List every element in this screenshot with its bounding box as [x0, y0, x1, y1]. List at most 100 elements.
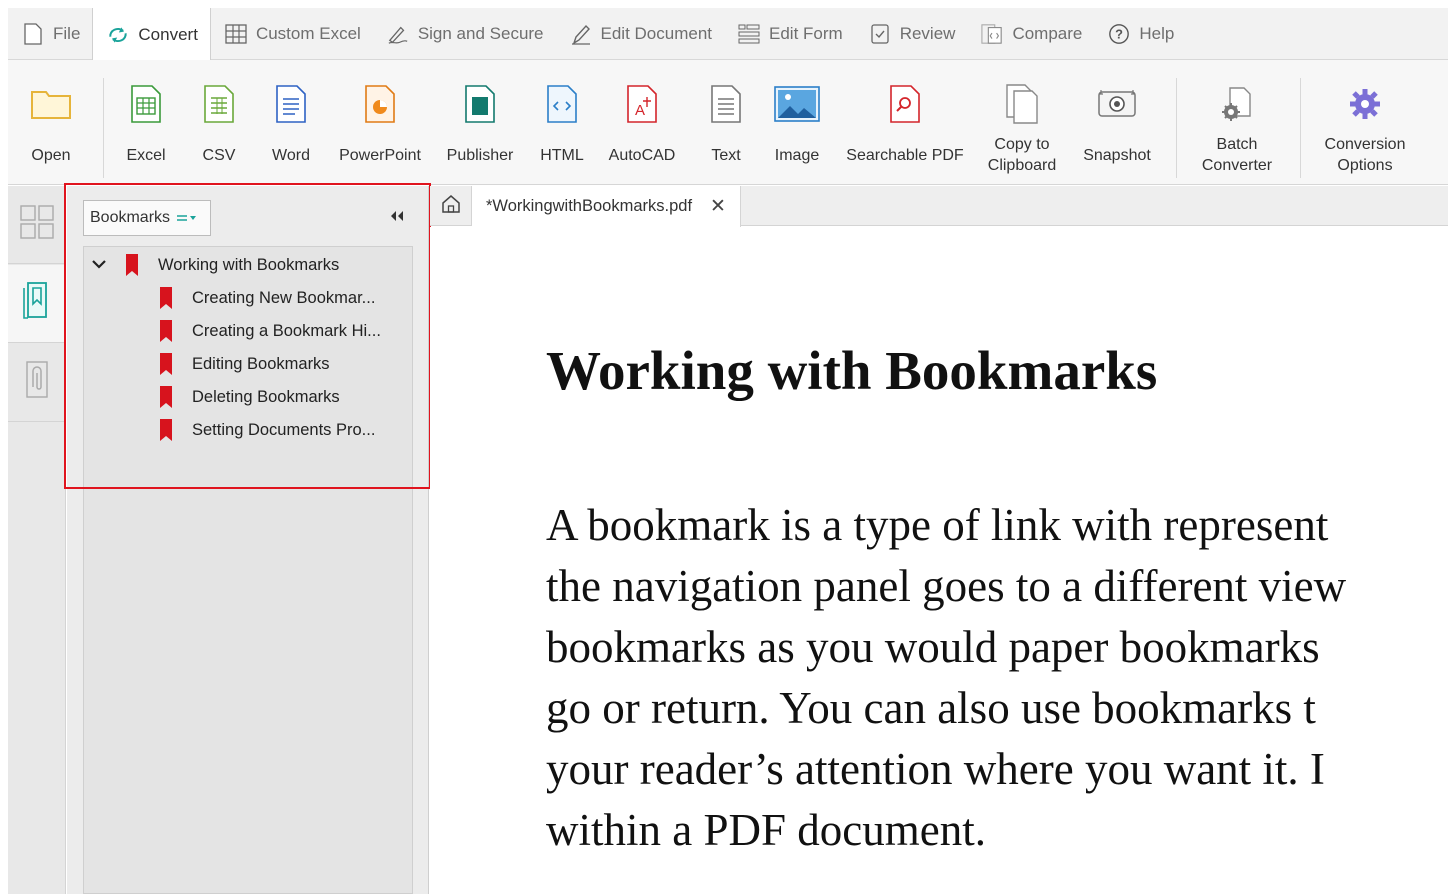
- bookmark-item-root[interactable]: Working with Bookmarks: [125, 250, 339, 280]
- collapse-panel-button[interactable]: [389, 210, 405, 226]
- ribbon-separator: [1300, 78, 1301, 178]
- conversion-options-button[interactable]: Conversion Options: [1314, 60, 1416, 185]
- powerpoint-icon: [356, 80, 404, 128]
- html-button[interactable]: HTML: [534, 60, 590, 185]
- powerpoint-button[interactable]: PowerPoint: [334, 60, 426, 185]
- batch-label-line2: Converter: [1201, 157, 1273, 174]
- document-tab-title: *WorkingwithBookmarks.pdf: [486, 197, 693, 215]
- ribbon-separator: [1176, 78, 1177, 178]
- tab-label: Help: [1139, 23, 1175, 43]
- search-pdf-icon: [881, 80, 929, 128]
- batch-gear-icon: [1213, 80, 1261, 128]
- tab-label: Edit Form: [769, 23, 843, 43]
- camera-icon: [1093, 80, 1141, 128]
- form-icon: [738, 23, 760, 45]
- excel-icon: [122, 80, 170, 128]
- paragraph-line: go or return. You can also use bookmarks…: [546, 683, 1316, 733]
- image-label: Image: [774, 147, 820, 164]
- tab-custom-excel[interactable]: Custom Excel: [211, 8, 373, 59]
- bookmark-flag-icon: [160, 353, 172, 375]
- home-tab[interactable]: [430, 186, 472, 226]
- document-heading: Working with Bookmarks: [546, 340, 1158, 401]
- paragraph-line: bookmarks as you would paper bookmarks: [546, 622, 1320, 672]
- paragraph-line: within a PDF document.: [546, 805, 986, 855]
- bookmark-label: Setting Documents Pro...: [192, 420, 376, 439]
- paragraph-line: A bookmark is a type of link with repres…: [546, 500, 1329, 550]
- image-button[interactable]: Image: [768, 60, 826, 185]
- powerpoint-label: PowerPoint: [339, 147, 421, 164]
- bookmark-item[interactable]: Creating a Bookmark Hi...: [159, 316, 381, 346]
- copy-label-line1: Copy to: [994, 136, 1050, 153]
- document-tab[interactable]: *WorkingwithBookmarks.pdf ✕: [472, 186, 741, 227]
- tab-sign-and-secure[interactable]: Sign and Secure: [373, 8, 556, 59]
- chevron-down-icon[interactable]: [91, 256, 107, 272]
- home-icon: [441, 194, 461, 219]
- text-icon: [702, 80, 750, 128]
- text-button[interactable]: Text: [700, 60, 752, 185]
- bookmark-label: Creating a Bookmark Hi...: [192, 321, 381, 340]
- csv-label: CSV: [202, 147, 236, 164]
- bookmark-label: Working with Bookmarks: [158, 255, 340, 274]
- copy-to-clipboard-button[interactable]: Copy to Clipboard: [984, 60, 1060, 185]
- double-chevron-left-icon: [390, 209, 404, 227]
- svg-text:A: A: [635, 102, 645, 119]
- word-icon: [267, 80, 315, 128]
- thumbnails-icon: [20, 205, 54, 244]
- bookmark-flag-icon: [160, 287, 172, 309]
- ribbon-toolbar: Open Excel CSV Word PowerPoint Publisher: [8, 60, 1448, 185]
- bookmarks-panel: Bookmarks Working with Bookmarks Creatin…: [67, 186, 429, 894]
- help-icon: ?: [1108, 23, 1130, 45]
- tab-review[interactable]: Review: [855, 8, 968, 59]
- bookmark-label: Editing Bookmarks: [192, 354, 330, 373]
- snapshot-button[interactable]: Snapshot: [1076, 60, 1158, 185]
- paragraph-line: the navigation panel goes to a different…: [546, 561, 1347, 611]
- bookmark-item[interactable]: Creating New Bookmar...: [159, 283, 375, 313]
- document-view: Working with Bookmarks A bookmark is a t…: [430, 227, 1448, 894]
- bookmark-item[interactable]: Setting Documents Pro...: [159, 415, 375, 445]
- menu-bar: File Convert Custom Excel Sign and Secur…: [8, 8, 1448, 61]
- grid-icon: [225, 23, 247, 45]
- attachments-panel-button[interactable]: [8, 344, 66, 422]
- bookmark-flag-icon: [160, 386, 172, 408]
- bookmark-flag-icon: [160, 320, 172, 342]
- searchable-pdf-button[interactable]: Searchable PDF: [842, 60, 968, 185]
- csv-button[interactable]: CSV: [194, 60, 244, 185]
- tab-edit-document[interactable]: Edit Document: [556, 8, 725, 59]
- autocad-label: AutoCAD: [608, 147, 676, 164]
- excel-button[interactable]: Excel: [118, 60, 174, 185]
- publisher-icon: [456, 80, 504, 128]
- tab-help[interactable]: ? Help: [1094, 8, 1186, 59]
- bookmark-item[interactable]: Editing Bookmarks: [159, 349, 330, 379]
- autocad-button[interactable]: A AutoCAD: [604, 60, 680, 185]
- paragraph-line: your reader’s attention where you want i…: [546, 744, 1325, 794]
- open-button[interactable]: Open: [20, 60, 82, 185]
- pen-icon: [387, 23, 409, 45]
- tab-label: File: [53, 23, 81, 43]
- close-icon[interactable]: ✕: [710, 195, 726, 218]
- navigation-rail: [8, 186, 66, 894]
- paperclip-icon: [24, 361, 50, 404]
- publisher-label: Publisher: [446, 147, 514, 164]
- html-label: HTML: [540, 147, 584, 164]
- document-paragraph: A bookmark is a type of link with repres…: [546, 495, 1448, 861]
- csv-icon: [195, 80, 243, 128]
- image-icon: [773, 80, 821, 128]
- convert-icon: [107, 24, 129, 46]
- review-icon: [869, 23, 891, 45]
- excel-label: Excel: [126, 147, 166, 164]
- tab-compare[interactable]: Compare: [967, 8, 1094, 59]
- bookmarks-view-dropdown[interactable]: Bookmarks: [83, 200, 211, 236]
- bookmarks-panel-button[interactable]: [8, 265, 66, 343]
- tab-file[interactable]: File: [8, 8, 92, 59]
- word-button[interactable]: Word: [264, 60, 318, 185]
- publisher-button[interactable]: Publisher: [444, 60, 516, 185]
- searchable-pdf-label: Searchable PDF: [846, 147, 964, 164]
- tab-edit-form[interactable]: Edit Form: [724, 8, 855, 59]
- thumbnails-panel-button[interactable]: [8, 186, 66, 264]
- tab-convert[interactable]: Convert: [92, 8, 211, 61]
- bookmark-item[interactable]: Deleting Bookmarks: [159, 382, 340, 412]
- file-icon: [22, 22, 44, 45]
- batch-converter-button[interactable]: Batch Converter: [1192, 60, 1282, 185]
- autocad-icon: A: [618, 80, 666, 128]
- copy-label-line2: Clipboard: [987, 157, 1057, 174]
